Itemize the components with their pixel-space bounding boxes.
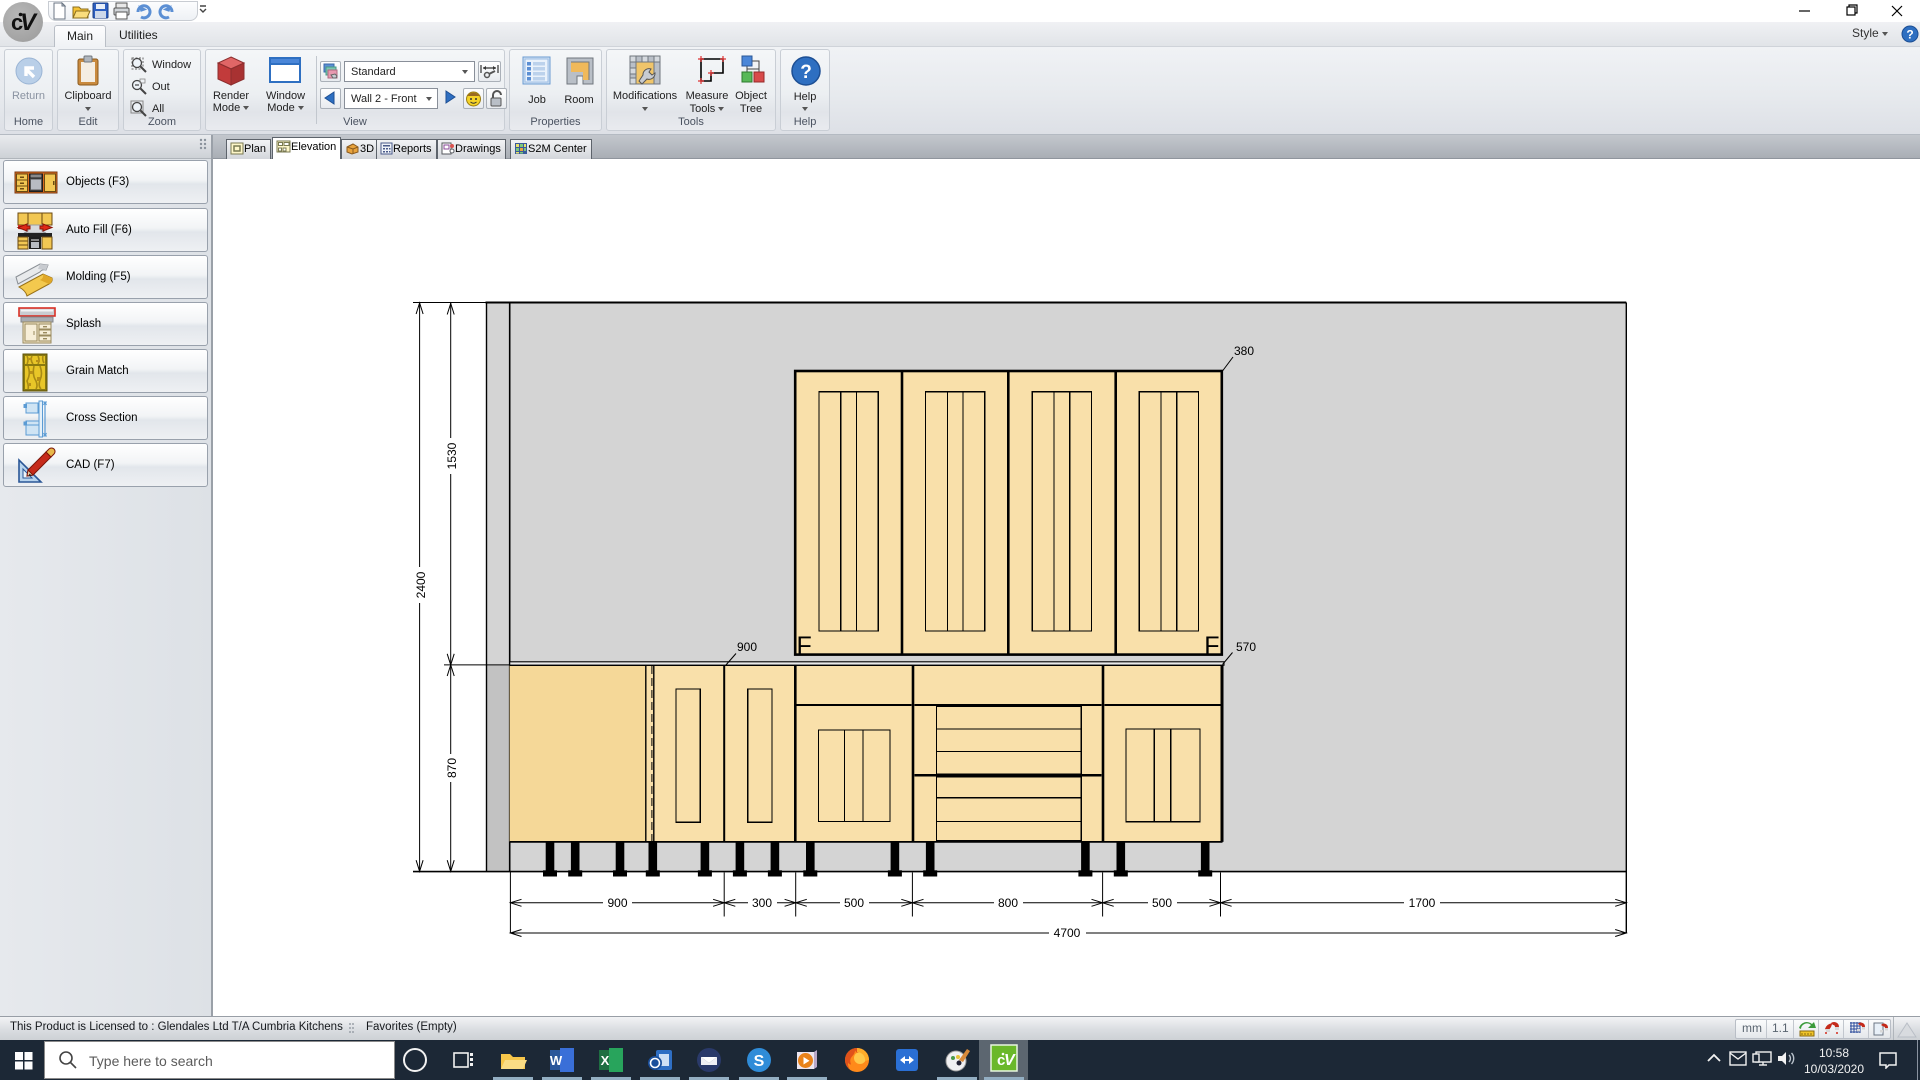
svg-text:380: 380: [1234, 344, 1254, 358]
svg-text:S: S: [754, 1053, 765, 1070]
svg-text:W: W: [550, 1053, 563, 1068]
svg-text:2400: 2400: [414, 571, 428, 598]
svg-text:X: X: [601, 1053, 610, 1068]
svg-text:F: F: [797, 632, 812, 660]
svg-text:1700: 1700: [1409, 896, 1436, 910]
svg-text:4700: 4700: [1054, 926, 1081, 940]
svg-text:V: V: [20, 9, 38, 36]
svg-text:?: ?: [800, 62, 812, 83]
svg-text:500: 500: [844, 896, 864, 910]
svg-text:870: 870: [445, 758, 459, 778]
svg-text:570: 570: [1236, 640, 1256, 654]
svg-text:300: 300: [752, 896, 772, 910]
svg-text:1530: 1530: [445, 442, 459, 469]
svg-text:?: ?: [1906, 28, 1913, 42]
svg-text:V: V: [1004, 1052, 1016, 1069]
svg-text:500: 500: [1152, 896, 1172, 910]
svg-text:F: F: [1204, 632, 1219, 660]
svg-text:900: 900: [607, 896, 627, 910]
svg-text:900: 900: [737, 640, 757, 654]
svg-text:800: 800: [998, 896, 1018, 910]
